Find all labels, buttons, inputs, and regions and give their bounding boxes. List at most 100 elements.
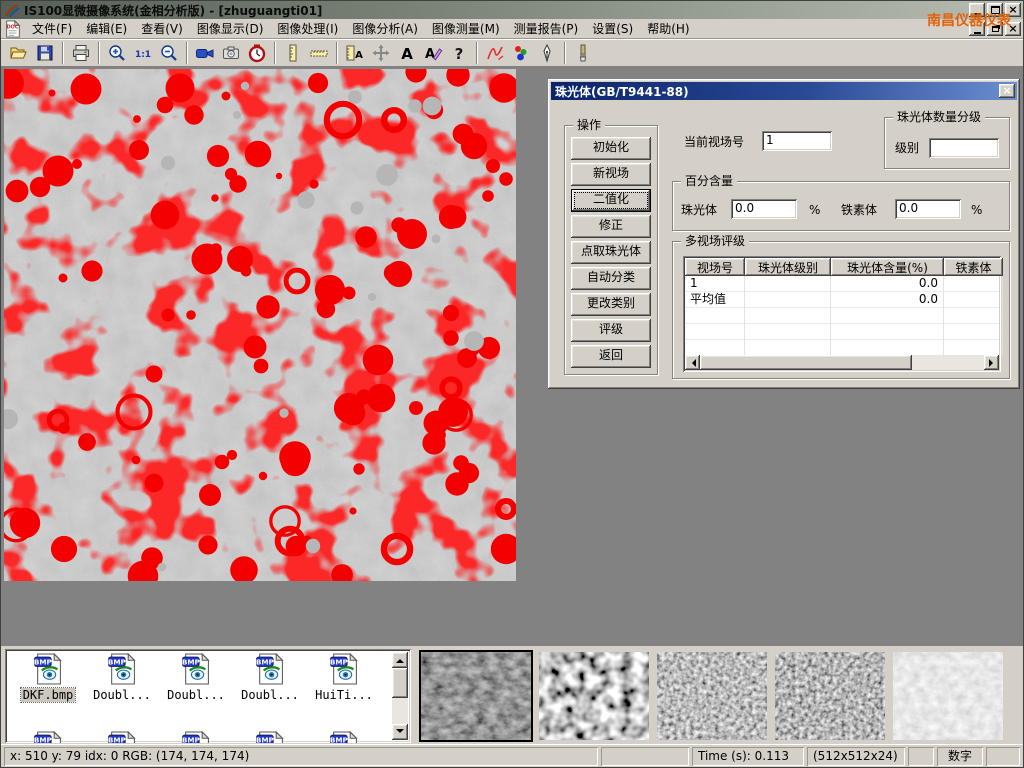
open-icon[interactable] — [6, 41, 32, 65]
file-item-2[interactable]: BMPDoubl... — [161, 653, 231, 702]
op-button-1[interactable]: 新视场 — [571, 163, 651, 186]
current-field-input[interactable]: 1 — [762, 131, 832, 151]
op-button-0[interactable]: 初始化 — [571, 137, 651, 160]
op-button-6[interactable]: 更改类别 — [571, 293, 651, 316]
ruler-vertical-icon[interactable] — [280, 41, 306, 65]
table-header-3[interactable]: 铁素体 — [944, 258, 1003, 276]
menu-item-2[interactable]: 查看(V) — [134, 20, 190, 38]
menu-item-6[interactable]: 图像测量(M) — [425, 20, 507, 38]
workspace: 珠光体(GB/T9441-88) × 操作 初始化新视场二值化修正点取珠光体自动… — [1, 67, 1023, 646]
file-name[interactable]: Doubl... — [239, 688, 301, 702]
close-button[interactable]: × — [1005, 3, 1021, 17]
mdi-minimize-button[interactable] — [969, 22, 985, 36]
file-name[interactable]: DKF.bmp — [21, 688, 76, 702]
move-icon[interactable] — [368, 41, 394, 65]
file-item-3[interactable]: BMPDoubl... — [235, 653, 305, 702]
menu-item-9[interactable]: 帮助(H) — [640, 20, 696, 38]
hscroll-thumb[interactable] — [700, 355, 912, 370]
actual-size-icon[interactable]: 1:1 — [130, 41, 156, 65]
mdi-close-button[interactable]: × — [1005, 22, 1021, 36]
menu-item-7[interactable]: 测量报告(P) — [507, 20, 586, 38]
scroll-right-button[interactable] — [984, 355, 999, 370]
file-item-row2-2[interactable]: BMP — [161, 731, 231, 743]
table-hscrollbar[interactable] — [685, 355, 999, 370]
micrograph-image[interactable] — [4, 69, 516, 581]
toolbar-separator — [274, 42, 276, 64]
markers-icon[interactable] — [508, 41, 534, 65]
menu-item-1[interactable]: 编辑(E) — [79, 20, 134, 38]
pen-icon[interactable] — [534, 41, 560, 65]
table-row — [685, 340, 999, 356]
scroll-up-button[interactable] — [392, 652, 408, 668]
table-header-0[interactable]: 视场号 — [685, 258, 745, 276]
svg-text:BMP: BMP — [256, 735, 274, 743]
file-name[interactable]: Doubl... — [165, 688, 227, 702]
level-input[interactable] — [929, 138, 999, 158]
thumbnail-preview[interactable] — [539, 652, 649, 740]
table-header-2[interactable]: 珠光体含量(%) — [831, 258, 944, 276]
file-item-row2-1[interactable]: BMP — [87, 731, 157, 743]
vscroll-thumb[interactable] — [392, 668, 408, 698]
operations-group: 操作 初始化新视场二值化修正点取珠光体自动分类更改类别评级返回 — [564, 125, 658, 375]
bmp-file-icon: BMP — [255, 674, 285, 688]
file-item-row2-3[interactable]: BMP — [235, 731, 305, 743]
file-item-4[interactable]: BMPHuiTi... — [309, 653, 379, 702]
op-button-5[interactable]: 自动分类 — [571, 267, 651, 290]
thumbnail-preview[interactable] — [421, 652, 531, 740]
table-row[interactable]: 10.0 — [685, 276, 999, 292]
dialog-titlebar[interactable]: 珠光体(GB/T9441-88) × — [551, 82, 1017, 100]
print-icon[interactable] — [68, 41, 94, 65]
measure-text-icon[interactable]: A — [342, 41, 368, 65]
brush-icon[interactable] — [570, 41, 596, 65]
help-icon[interactable]: ? — [446, 41, 472, 65]
thumbnail-preview[interactable] — [775, 652, 885, 740]
bmp-file-icon: BMP — [33, 674, 63, 688]
file-item-1[interactable]: BMPDoubl... — [87, 653, 157, 702]
menu-item-8[interactable]: 设置(S) — [585, 20, 640, 38]
menu-item-5[interactable]: 图像分析(A) — [345, 20, 425, 38]
op-button-4[interactable]: 点取珠光体 — [571, 241, 651, 264]
window-title: IS100显微摄像系统(金相分析版) - [zhuguangti01] — [24, 2, 322, 19]
pearlite-percent-input[interactable]: 0.0 — [731, 199, 797, 219]
op-button-7[interactable]: 评级 — [571, 319, 651, 342]
zoom-in-icon[interactable] — [104, 41, 130, 65]
restore-button[interactable] — [987, 3, 1003, 17]
text-icon[interactable]: A — [394, 41, 420, 65]
table-cell — [831, 308, 944, 323]
timer-icon[interactable] — [244, 41, 270, 65]
op-button-3[interactable]: 修正 — [571, 215, 651, 238]
thumbnail-preview[interactable] — [893, 652, 1003, 740]
bmp-file-icon: BMP — [107, 674, 137, 688]
text-edit-icon[interactable]: A — [420, 41, 446, 65]
table-header-1[interactable]: 珠光体级别 — [745, 258, 831, 276]
table-cell: 1 — [685, 276, 745, 291]
grading-group: 珠光体数量分级 级别 — [884, 117, 1010, 169]
menu-item-4[interactable]: 图像处理(I) — [270, 20, 345, 38]
camera-icon[interactable] — [218, 41, 244, 65]
scroll-down-button[interactable] — [392, 724, 408, 740]
scroll-left-button[interactable] — [685, 355, 700, 370]
rating-table[interactable]: 视场号珠光体级别珠光体含量(%)铁素体 10.0平均值0.0 — [683, 256, 1001, 372]
menu-item-3[interactable]: 图像显示(D) — [190, 20, 271, 38]
minimize-button[interactable] — [969, 3, 985, 17]
file-name[interactable]: Doubl... — [91, 688, 153, 702]
file-item-0[interactable]: BMPDKF.bmp — [13, 653, 83, 702]
zoom-out-icon[interactable] — [156, 41, 182, 65]
ferrite-percent-input[interactable]: 0.0 — [895, 199, 961, 219]
file-item-row2-4[interactable]: BMP — [309, 731, 379, 743]
menu-item-0[interactable]: 文件(F) — [25, 20, 79, 38]
file-item-row2-0[interactable]: BMP — [13, 731, 83, 743]
file-name[interactable]: HuiTi... — [313, 688, 375, 702]
ruler-horizontal-icon[interactable] — [306, 41, 332, 65]
mdi-restore-button[interactable] — [987, 22, 1003, 36]
save-icon[interactable] — [32, 41, 58, 65]
thumbnail-preview[interactable] — [657, 652, 767, 740]
percent-group: 百分含量 珠光体 0.0 % 铁素体 0.0 % — [672, 181, 1010, 231]
curve-icon[interactable] — [482, 41, 508, 65]
video-camera-icon[interactable] — [192, 41, 218, 65]
dialog-close-button[interactable]: × — [999, 84, 1015, 98]
table-row[interactable]: 平均值0.0 — [685, 292, 999, 308]
op-button-8[interactable]: 返回 — [571, 345, 651, 368]
op-button-2[interactable]: 二值化 — [571, 189, 651, 212]
file-vscrollbar[interactable] — [392, 652, 408, 740]
